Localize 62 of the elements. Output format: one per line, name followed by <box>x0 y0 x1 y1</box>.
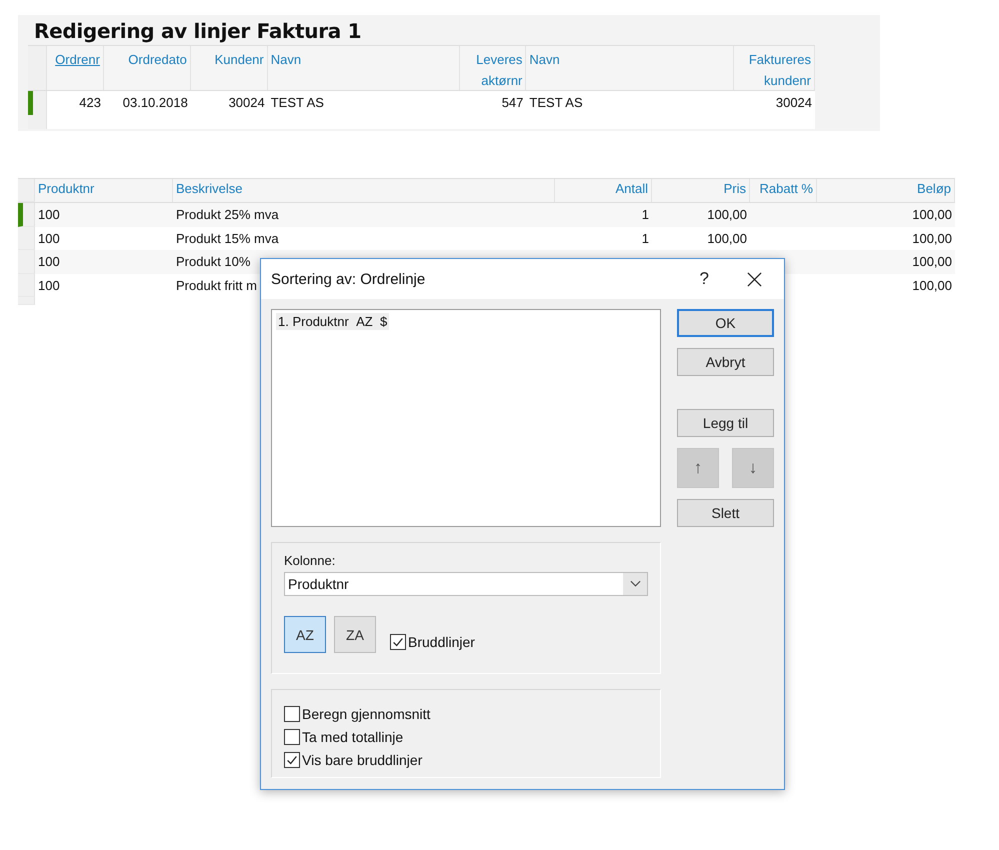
checkbox-label: Ta med totallinje <box>302 728 404 744</box>
table-cell-text: 100,00 <box>911 230 952 248</box>
column-header[interactable]: Navn <box>268 46 460 90</box>
sort-order-button[interactable]: AZ <box>284 616 326 653</box>
dialog-button[interactable]: OK <box>677 309 774 337</box>
column-header[interactable]: Kundenr <box>190 46 268 90</box>
sort-order-button[interactable]: ZA <box>334 616 376 653</box>
column-label: Kolonne: <box>284 553 336 568</box>
table-cell-text: 03.10.2018 <box>122 94 189 112</box>
table-cell-text: 30024 <box>774 94 814 112</box>
table-cell-text: 1 <box>640 206 649 224</box>
help-button[interactable]: ? <box>696 269 713 289</box>
column-header[interactable]: Ordredato <box>104 46 191 90</box>
table-cell-text: 100,00 <box>911 276 952 294</box>
table-cell: Produkt fritt m <box>176 278 257 292</box>
table-cell-text: 100,00 <box>911 206 952 224</box>
checkbox-label: Bruddlinjer <box>408 634 475 650</box>
table-cell-text: 30024 <box>228 94 266 112</box>
chevron-down-icon <box>630 580 640 588</box>
table-cell-text: 1 <box>640 230 649 248</box>
table-cell-text: 100,00 <box>911 253 952 271</box>
column-header[interactable]: Pris <box>652 179 750 202</box>
dialog-button[interactable]: Slett <box>677 499 774 527</box>
sort-list-item[interactable]: 1. Produktnr AZ $ <box>276 313 390 330</box>
checkbox[interactable] <box>284 728 300 744</box>
column-header[interactable]: Leveres aktørnr <box>460 46 526 90</box>
page-title: Redigering av linjer Faktura 1 <box>34 19 362 43</box>
dialog-button[interactable]: Legg til <box>677 409 774 437</box>
move-button[interactable]: ↓ <box>732 448 774 488</box>
table-cell: Produkt 15% mva <box>176 230 279 246</box>
dialog-title: Sortering av: Ordrelinje <box>271 270 426 288</box>
table-cell-text: 423 <box>78 94 102 112</box>
table-cell: 100 <box>38 230 60 246</box>
table-cell-text: TEST AS <box>528 94 584 112</box>
table-cell: 100 <box>38 278 60 292</box>
move-button[interactable]: ↑ <box>677 448 719 488</box>
column-dropdown[interactable]: Produktnr <box>284 572 648 596</box>
checkbox[interactable] <box>390 634 406 650</box>
table-cell: Produkt 10% <box>176 254 250 269</box>
checkbox-label: Beregn gjennomsnitt <box>302 706 430 722</box>
dialog-button[interactable]: Avbryt <box>677 348 774 376</box>
close-icon[interactable] <box>747 272 762 286</box>
column-header[interactable]: Beskrivelse <box>173 179 555 202</box>
column-header[interactable]: Rabatt % <box>750 179 817 202</box>
checkbox[interactable] <box>284 706 300 722</box>
table-cell-text: TEST AS <box>270 94 325 112</box>
table-cell-text: 547 <box>500 94 524 112</box>
table-cell: Produkt 25% mva <box>176 207 279 222</box>
column-header[interactable]: Beløp <box>817 179 955 202</box>
row-header-cell <box>18 297 35 305</box>
table-cell: 100 <box>38 254 60 269</box>
checkbox[interactable] <box>284 752 300 768</box>
column-header[interactable]: Faktureres kundenr <box>734 46 815 90</box>
column-header[interactable]: Produktnr <box>35 179 173 202</box>
column-header[interactable]: Antall <box>555 179 652 202</box>
checkbox-label: Vis bare bruddlinjer <box>302 752 422 768</box>
table-cell: 100 <box>38 207 60 222</box>
table-cell-text: 100,00 <box>706 206 747 224</box>
column-header[interactable]: Navn <box>526 46 734 90</box>
sort-list[interactable]: 1. Produktnr AZ $ <box>271 309 661 527</box>
table-cell-text: 100,00 <box>706 230 747 248</box>
column-header[interactable]: Ordrenr <box>47 46 104 90</box>
